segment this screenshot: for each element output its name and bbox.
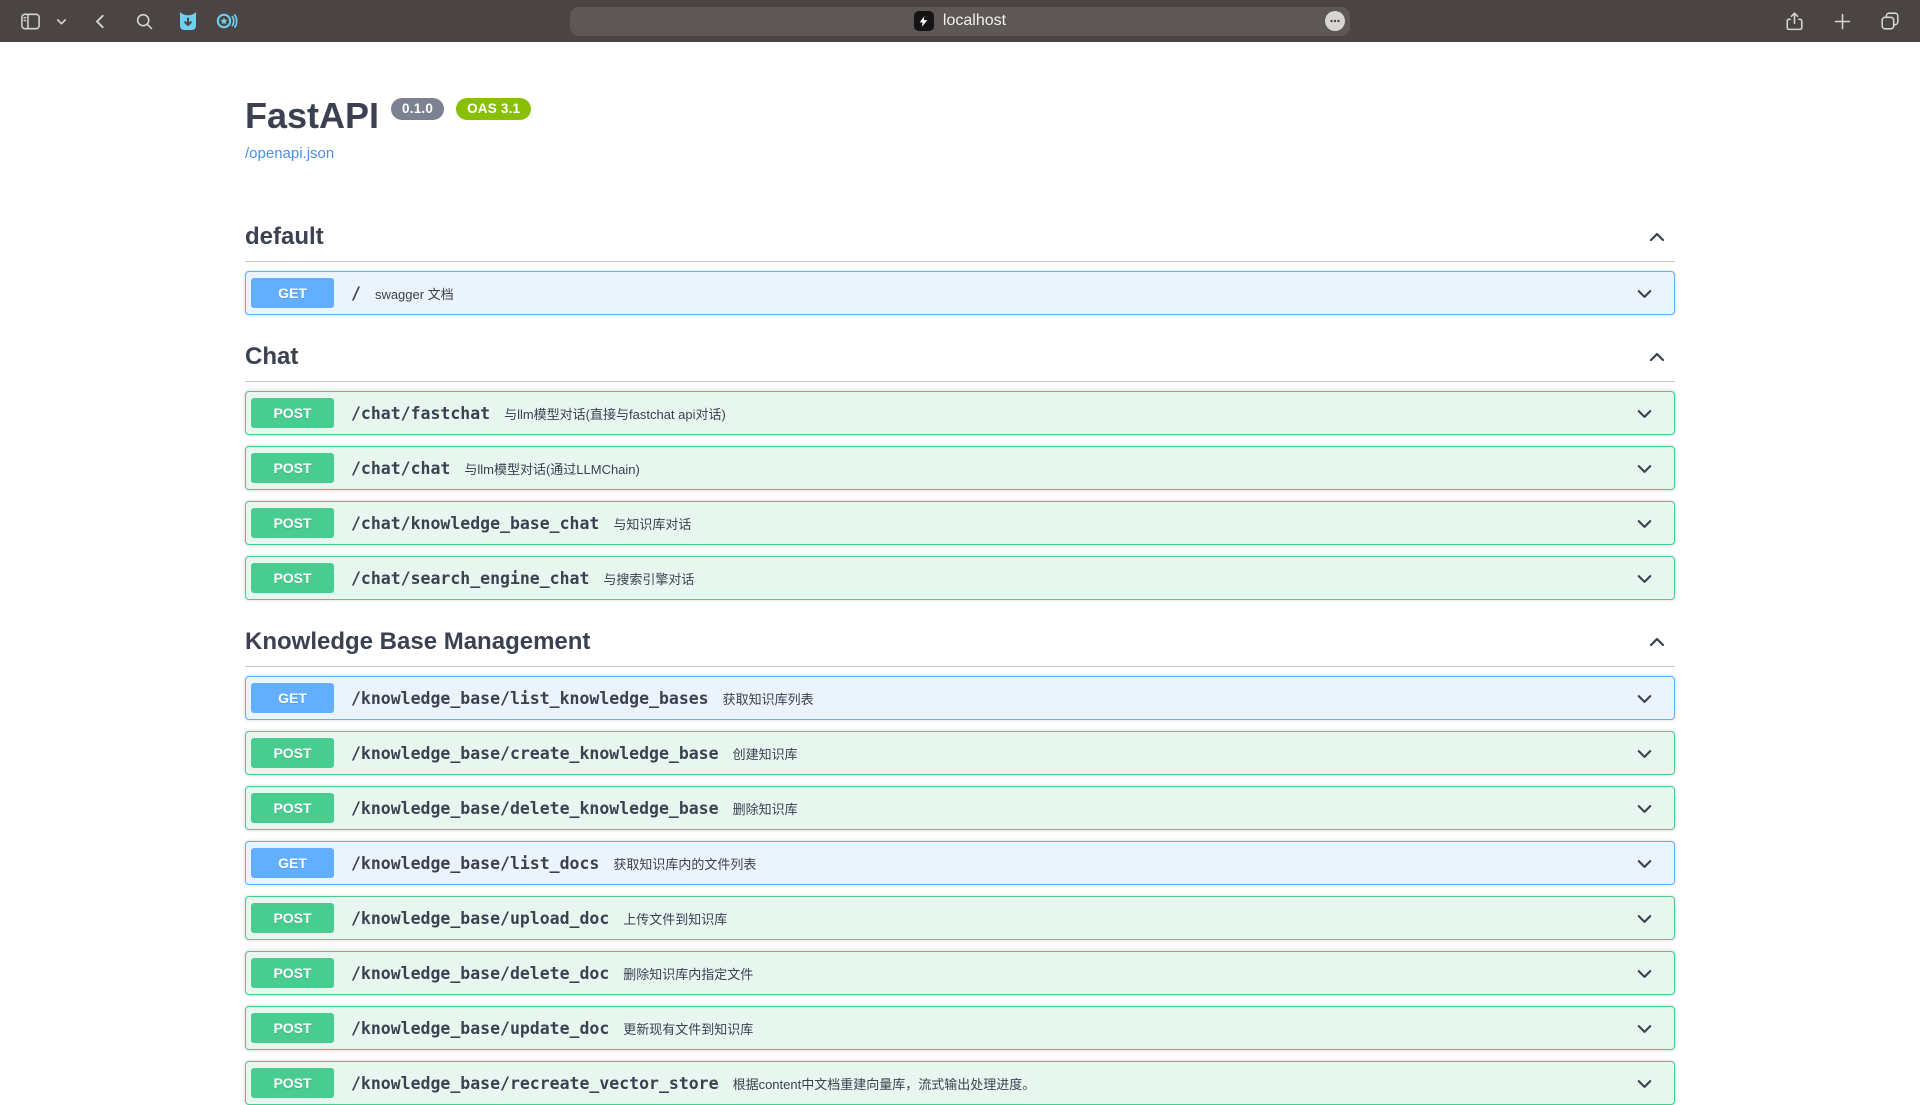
method-badge: POST — [251, 1068, 334, 1098]
chevron-down-icon — [1633, 282, 1656, 305]
api-section-default: default GET / swagger 文档 — [245, 223, 1675, 315]
endpoint-summary: 与llm模型对话(通过LLMChain) — [464, 459, 640, 478]
endpoint-path: /knowledge_base/list_docs — [351, 854, 599, 873]
endpoint-path: /knowledge_base/delete_doc — [351, 964, 609, 983]
method-badge: POST — [251, 398, 334, 428]
endpoint-summary: 创建知识库 — [733, 744, 798, 763]
method-badge: POST — [251, 563, 334, 593]
endpoint-path: /knowledge_base/list_knowledge_bases — [351, 689, 709, 708]
ellipsis-icon[interactable] — [1325, 11, 1345, 31]
endpoint-summary: 更新现有文件到知识库 — [623, 1019, 753, 1038]
chevron-down-icon — [1633, 687, 1656, 710]
method-badge: GET — [251, 278, 334, 308]
method-badge: POST — [251, 738, 334, 768]
api-sections: default GET / swagger 文档 Chat POST/chat/fastc… — [245, 223, 1675, 1105]
chevron-down-icon — [1633, 962, 1656, 985]
api-section-knowledge-base-management: Knowledge Base Management GET/knowledge_b… — [245, 628, 1675, 1105]
sidebar-icon[interactable] — [14, 6, 46, 36]
search-icon[interactable] — [128, 6, 160, 36]
endpoint-row[interactable]: POST/chat/chat 与llm模型对话(通过LLMChain) — [245, 446, 1675, 490]
endpoint-row[interactable]: POST/knowledge_base/delete_doc 删除知识库内指定文件 — [245, 951, 1675, 995]
chevron-down-icon — [1633, 1017, 1656, 1040]
endpoint-row[interactable]: POST/chat/knowledge_base_chat 与知识库对话 — [245, 501, 1675, 545]
endpoint-path: /knowledge_base/update_doc — [351, 1019, 609, 1038]
site-favicon — [914, 11, 934, 31]
method-badge: POST — [251, 793, 334, 823]
endpoint-row[interactable]: POST/chat/fastchat 与llm模型对话(直接与fastchat a… — [245, 391, 1675, 435]
swagger-page: FastAPI 0.1.0 OAS 3.1 /openapi.json defa… — [0, 95, 1920, 1105]
tabs-overview-icon[interactable] — [1874, 6, 1906, 36]
endpoint-summary: 根据content中文档重建向量库，流式输出处理进度。 — [733, 1074, 1036, 1093]
api-section-chat: Chat POST/chat/fastchat 与llm模型对话(直接与fastch… — [245, 343, 1675, 600]
endpoint-summary: swagger 文档 — [375, 284, 454, 303]
section-title: Knowledge Base Management — [245, 628, 590, 656]
chevron-down-icon — [1633, 512, 1656, 535]
endpoint-summary: 获取知识库内的文件列表 — [613, 854, 756, 873]
chevron-down-icon — [1633, 742, 1656, 765]
endpoint-path: / — [351, 284, 361, 303]
oas-badge: OAS 3.1 — [456, 98, 531, 120]
address-bar[interactable]: localhost — [570, 7, 1350, 36]
browser-toolbar: localhost — [0, 0, 1920, 42]
endpoint-row[interactable]: GET / swagger 文档 — [245, 271, 1675, 315]
endpoint-path: /knowledge_base/recreate_vector_store — [351, 1074, 719, 1093]
endpoint-summary: 与搜索引擎对话 — [603, 569, 694, 588]
chevron-down-icon — [1633, 1072, 1656, 1095]
openapi-spec-link[interactable]: /openapi.json — [245, 145, 334, 162]
endpoint-path: /chat/search_engine_chat — [351, 569, 589, 588]
endpoint-summary: 删除知识库内指定文件 — [623, 964, 753, 983]
chevron-down-icon — [1633, 907, 1656, 930]
chevron-down-icon — [1633, 797, 1656, 820]
endpoint-path: /knowledge_base/upload_doc — [351, 909, 609, 928]
endpoint-row[interactable]: POST/knowledge_base/create_knowledge_bas… — [245, 731, 1675, 775]
endpoint-row[interactable]: POST/knowledge_base/upload_doc 上传文件到知识库 — [245, 896, 1675, 940]
section-header-knowledge-base-management[interactable]: Knowledge Base Management — [245, 628, 1675, 667]
method-badge: GET — [251, 848, 334, 878]
method-badge: POST — [251, 1013, 334, 1043]
endpoint-path: /chat/fastchat — [351, 404, 490, 423]
endpoint-summary: 与知识库对话 — [613, 514, 691, 533]
endpoint-summary: 上传文件到知识库 — [623, 909, 727, 928]
section-header-default[interactable]: default — [245, 223, 1675, 262]
section-title: default — [245, 223, 324, 251]
url-text: localhost — [943, 12, 1006, 30]
back-icon[interactable] — [84, 6, 116, 36]
chevron-up-icon[interactable] — [1639, 630, 1675, 654]
endpoint-summary: 删除知识库 — [733, 799, 798, 818]
method-badge: POST — [251, 958, 334, 988]
endpoint-row[interactable]: GET/knowledge_base/list_knowledge_bases 获… — [245, 676, 1675, 720]
chevron-up-icon[interactable] — [1639, 345, 1675, 369]
chevron-up-icon[interactable] — [1639, 225, 1675, 249]
share-icon[interactable] — [1778, 6, 1810, 36]
extension-shield-download-icon[interactable] — [172, 6, 204, 36]
method-badge: POST — [251, 903, 334, 933]
extension-broadcast-star-icon[interactable] — [210, 6, 242, 36]
version-badge: 0.1.0 — [391, 98, 444, 120]
endpoint-row[interactable]: POST/knowledge_base/delete_knowledge_bas… — [245, 786, 1675, 830]
chevron-down-icon — [1633, 402, 1656, 425]
chevron-down-icon — [1633, 567, 1656, 590]
new-tab-icon[interactable] — [1826, 6, 1858, 36]
api-info: FastAPI 0.1.0 OAS 3.1 /openapi.json — [245, 95, 1675, 163]
endpoint-path: /knowledge_base/delete_knowledge_base — [351, 799, 719, 818]
api-title-text: FastAPI — [245, 95, 379, 137]
method-badge: POST — [251, 508, 334, 538]
endpoint-row[interactable]: POST/knowledge_base/update_doc 更新现有文件到知识库 — [245, 1006, 1675, 1050]
method-badge: GET — [251, 683, 334, 713]
chevron-down-icon — [1633, 457, 1656, 480]
section-header-chat[interactable]: Chat — [245, 343, 1675, 382]
chevron-down-icon — [1633, 852, 1656, 875]
endpoint-row[interactable]: POST/knowledge_base/recreate_vector_stor… — [245, 1061, 1675, 1105]
chevron-down-icon[interactable] — [52, 6, 70, 36]
endpoint-path: /chat/chat — [351, 459, 450, 478]
endpoint-row[interactable]: POST/chat/search_engine_chat 与搜索引擎对话 — [245, 556, 1675, 600]
endpoint-summary: 与llm模型对话(直接与fastchat api对话) — [504, 404, 726, 423]
endpoint-path: /chat/knowledge_base_chat — [351, 514, 599, 533]
endpoint-summary: 获取知识库列表 — [723, 689, 814, 708]
page-title: FastAPI 0.1.0 OAS 3.1 — [245, 95, 1675, 137]
method-badge: POST — [251, 453, 334, 483]
endpoint-path: /knowledge_base/create_knowledge_base — [351, 744, 719, 763]
endpoint-row[interactable]: GET/knowledge_base/list_docs 获取知识库内的文件列表 — [245, 841, 1675, 885]
section-title: Chat — [245, 343, 298, 371]
